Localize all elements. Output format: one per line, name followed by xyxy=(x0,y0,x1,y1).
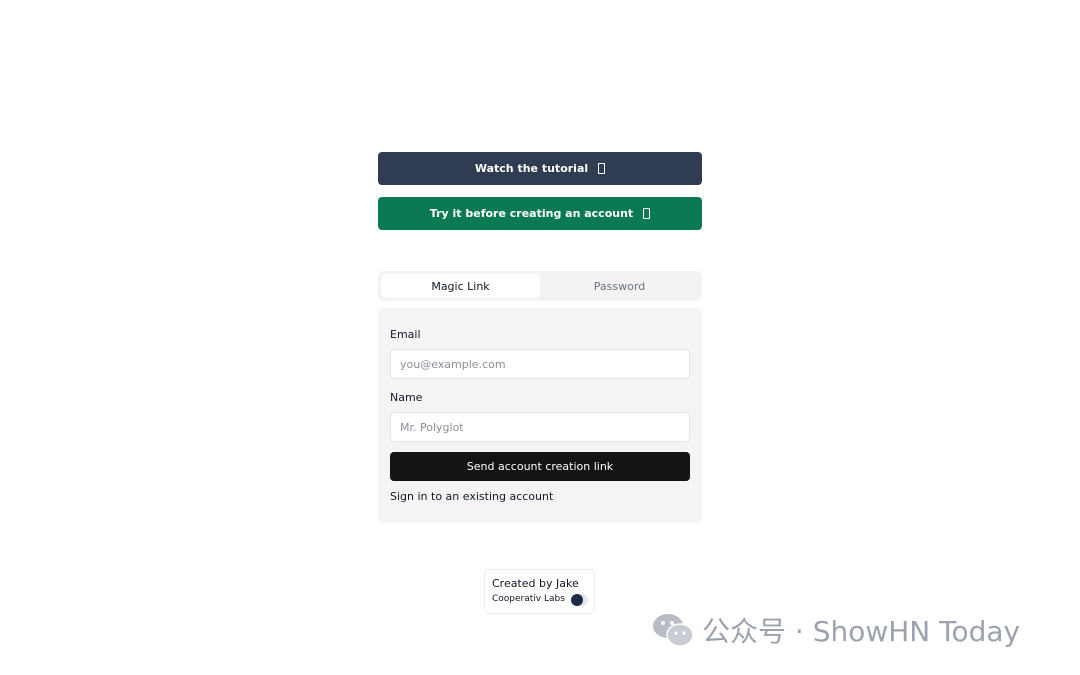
email-label: Email xyxy=(390,328,421,341)
try-without-account-label: Try it before creating an account xyxy=(429,207,634,220)
name-label: Name xyxy=(390,391,423,404)
credit-org: Cooperativ Labs xyxy=(492,594,565,604)
send-account-link-button[interactable]: Send account creation link xyxy=(390,452,690,481)
tab-password[interactable]: Password xyxy=(540,274,699,298)
tab-magic-link[interactable]: Magic Link xyxy=(381,274,540,298)
credit-title: Created by Jake xyxy=(492,577,579,590)
watermark: 公众号 · ShowHN Today xyxy=(652,610,1020,650)
email-input[interactable] xyxy=(390,349,690,379)
creator-credit: Created by Jake Cooperativ Labs xyxy=(484,569,595,614)
external-link-icon xyxy=(643,208,651,219)
theme-toggle-icon[interactable] xyxy=(571,594,588,606)
theme-toggle-knob xyxy=(571,594,583,606)
name-input[interactable] xyxy=(390,412,690,442)
try-without-account-button[interactable]: Try it before creating an account xyxy=(378,197,702,230)
watch-tutorial-button[interactable]: Watch the tutorial xyxy=(378,152,702,185)
signin-existing-account-link[interactable]: Sign in to an existing account xyxy=(390,490,553,503)
auth-method-tabs: Magic Link Password xyxy=(378,271,702,301)
signup-form-card: Email Name Send account creation link Si… xyxy=(378,308,702,523)
wechat-icon xyxy=(653,614,694,647)
page: Watch the tutorial Try it before creatin… xyxy=(0,0,1080,675)
watermark-text: 公众号 · ShowHN Today xyxy=(702,615,1021,648)
external-link-icon xyxy=(598,163,606,174)
watch-tutorial-label: Watch the tutorial xyxy=(474,162,589,175)
